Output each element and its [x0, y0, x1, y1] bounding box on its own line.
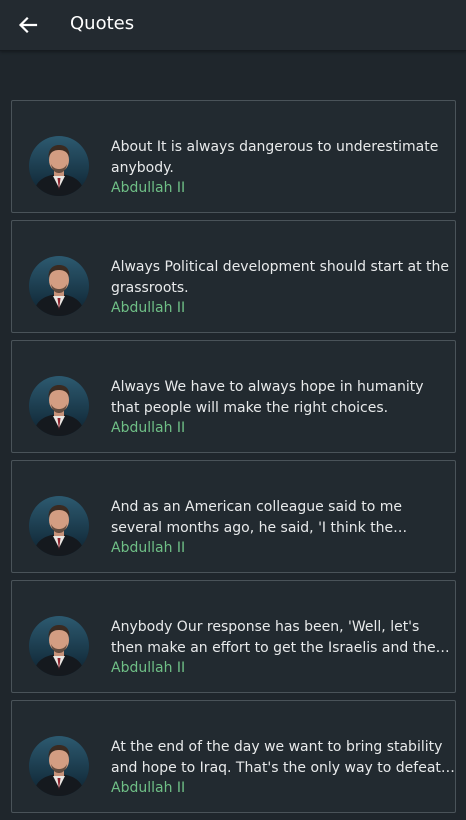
quote-card[interactable]: Anybody Our response has been, 'Well, le…: [11, 580, 456, 693]
quote-card[interactable]: At the end of the day we want to bring s…: [11, 700, 456, 813]
author-avatar: [29, 496, 89, 556]
quote-card[interactable]: Always Political development should star…: [11, 220, 456, 333]
quote-author: Abdullah II: [111, 300, 186, 316]
author-avatar: [29, 256, 89, 316]
quote-author: Abdullah II: [111, 540, 186, 556]
quote-author: Abdullah II: [111, 180, 186, 196]
quote-text: About It is always dangerous to underest…: [111, 139, 439, 176]
author-avatar: [29, 136, 89, 196]
page-title: Quotes: [70, 13, 135, 34]
quote-text: Always We have to always hope in humanit…: [111, 379, 424, 416]
quote-list: About It is always dangerous to underest…: [11, 100, 456, 820]
author-avatar: [29, 376, 89, 436]
arrow-left-icon: [18, 16, 38, 34]
quote-card[interactable]: About It is always dangerous to underest…: [11, 100, 456, 213]
quote-text: At the end of the day we want to bring s…: [111, 739, 455, 776]
quote-author: Abdullah II: [111, 660, 186, 676]
app-bar: Quotes: [0, 0, 466, 50]
quote-card[interactable]: Always We have to always hope in humanit…: [11, 340, 456, 453]
quote-author: Abdullah II: [111, 420, 186, 436]
back-button[interactable]: [13, 10, 43, 40]
author-avatar: [29, 736, 89, 796]
author-avatar: [29, 616, 89, 676]
quote-text: Anybody Our response has been, 'Well, le…: [111, 619, 450, 656]
quote-card[interactable]: And as an American colleague said to me …: [11, 460, 456, 573]
quote-text: Always Political development should star…: [111, 259, 449, 296]
quote-text: And as an American colleague said to me …: [111, 499, 402, 536]
quote-author: Abdullah II: [111, 780, 186, 796]
